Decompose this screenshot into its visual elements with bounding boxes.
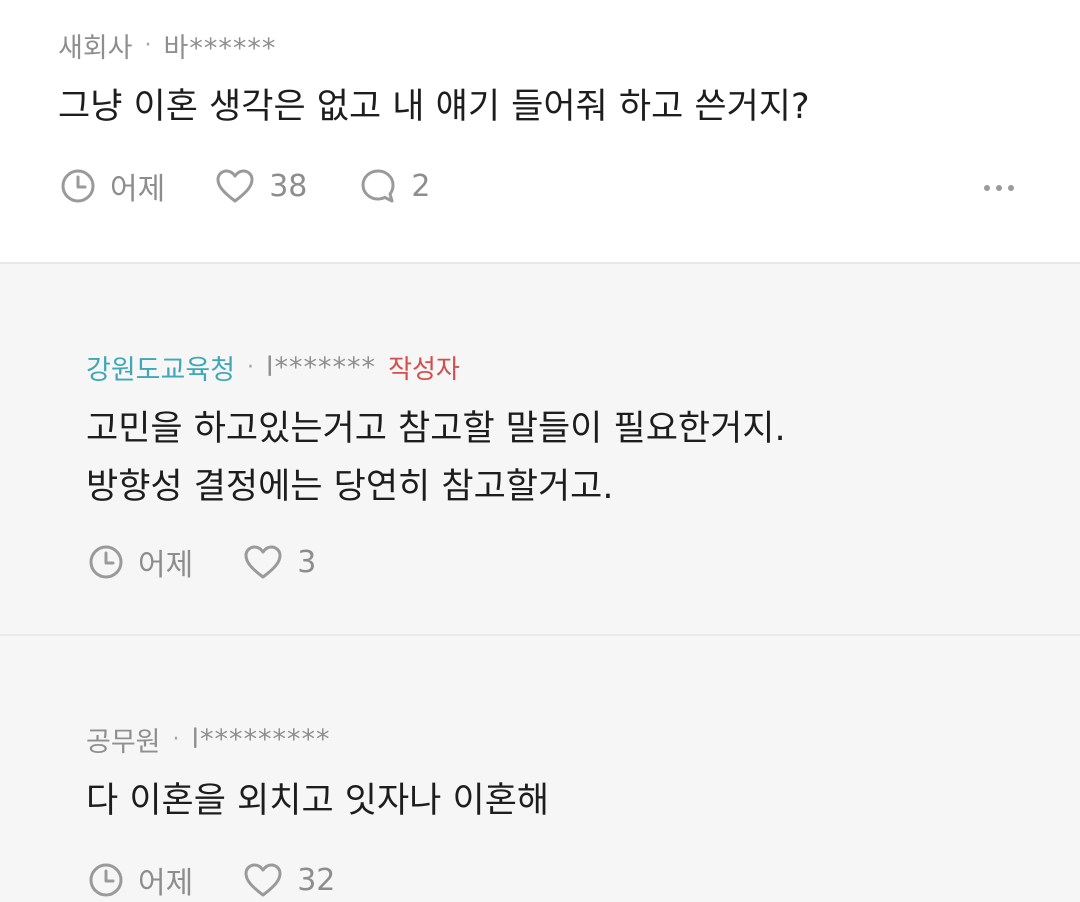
like-count: 38 [269,168,308,204]
reply-line: 고민을 하고있는거고 참고할 말들이 필요한거지. [86,409,786,449]
comment-body: 그냥 이혼 생각은 없고 내 얘기 들어줘 하고 쓴거지? [58,78,810,136]
meta-separator: · [144,33,152,58]
like-button[interactable]: 3 [243,544,316,580]
comment-thread: 새회사 · 바****** 그냥 이혼 생각은 없고 내 얘기 들어줘 하고 쓴… [0,0,1080,902]
clock-icon [61,169,95,203]
comment-line: 그냥 이혼 생각은 없고 내 얘기 들어줘 하고 쓴거지? [58,87,810,127]
time-label: 어제 [138,866,194,901]
comment-icon [361,169,395,203]
heart-icon [216,169,254,203]
user-name: l******* [266,352,377,383]
meta-separator: · [172,727,180,752]
time-info: 어제 [60,164,165,208]
reply-line: 방향성 결정에는 당연히 참고할거고. [86,467,614,507]
more-dot [984,185,990,191]
company-name[interactable]: 강원도교육청 [86,348,235,387]
reply-item: 공무원 · l********* 다 이혼을 외치고 잇자나 이혼해 어제 32 [0,634,1080,902]
comment-meta: 새회사 · 바****** [58,26,276,65]
reply-line: 다 이혼을 외치고 잇자나 이혼해 [86,781,550,821]
like-button[interactable]: 32 [243,862,335,898]
user-name: 바****** [163,33,277,64]
more-dot [1008,185,1014,191]
time-label: 어제 [138,548,194,583]
reply-count: 2 [411,168,431,204]
user-name: l********* [191,724,331,755]
reply-body: 다 이혼을 외치고 잇자나 이혼해 [86,772,549,830]
reply-body: 고민을 하고있는거고 참고할 말들이 필요한거지. 방향성 결정에는 당연히 참… [86,400,786,516]
reply-meta: 공무원 · l********* [86,720,331,759]
clock-icon [89,545,123,579]
like-count: 3 [297,544,317,580]
company-name[interactable]: 공무원 [86,720,161,759]
time-info: 어제 [88,540,193,584]
heart-icon [244,545,282,579]
reply-item: 강원도교육청 · l******* 작성자 고민을 하고있는거고 참고할 말들이… [0,262,1080,636]
author-badge: 작성자 [388,355,460,385]
reply-meta: 강원도교육청 · l******* 작성자 [86,348,460,387]
time-label: 어제 [110,172,166,207]
reply-actions: 어제 3 [88,540,316,584]
like-count: 32 [297,862,336,898]
reply-actions: 어제 32 [88,858,335,902]
comment-item: 새회사 · 바****** 그냥 이혼 생각은 없고 내 얘기 들어줘 하고 쓴… [0,0,1080,262]
more-icon[interactable] [984,185,1014,191]
more-dot [996,185,1002,191]
company-name[interactable]: 새회사 [58,26,133,65]
reply-button[interactable]: 2 [359,167,430,205]
meta-separator: · [247,355,255,380]
time-info: 어제 [88,858,193,902]
comment-actions: 어제 38 2 [60,164,430,208]
heart-icon [244,863,282,897]
like-button[interactable]: 38 [215,168,307,204]
clock-icon [89,863,123,897]
